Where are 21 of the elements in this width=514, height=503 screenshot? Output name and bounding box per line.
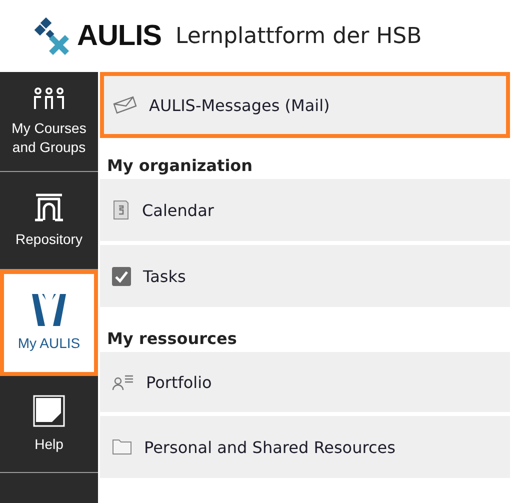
section-heading: My ressources bbox=[106, 328, 238, 350]
site-title: Lernplattform der HSB bbox=[176, 24, 422, 48]
envelope-icon bbox=[113, 96, 137, 114]
sidebar-item[interactable]: My AULIS bbox=[0, 270, 98, 376]
folder-icon bbox=[112, 439, 132, 455]
sidebar-item[interactable]: My Courses and Groups bbox=[0, 72, 98, 172]
section-heading: My organization bbox=[106, 155, 254, 177]
menu-item[interactable]: Calendar bbox=[100, 179, 510, 241]
person-silhouette-icon bbox=[32, 294, 66, 326]
archway-icon bbox=[34, 192, 64, 222]
menu-item[interactable]: AULIS-Messages (Mail) bbox=[100, 72, 510, 138]
logo-text: AULIS bbox=[77, 20, 162, 52]
group-icon bbox=[32, 87, 66, 112]
checkbox-icon bbox=[112, 266, 131, 286]
menu-item[interactable]: Portfolio bbox=[100, 352, 510, 412]
menu-item[interactable]: Personal and Shared Resources bbox=[100, 416, 510, 478]
sidebar-item[interactable]: Help bbox=[0, 376, 98, 473]
note-icon bbox=[33, 394, 65, 427]
person-list-icon bbox=[112, 374, 134, 390]
menu-item[interactable]: Tasks bbox=[100, 245, 510, 307]
calendar-icon bbox=[112, 200, 130, 220]
